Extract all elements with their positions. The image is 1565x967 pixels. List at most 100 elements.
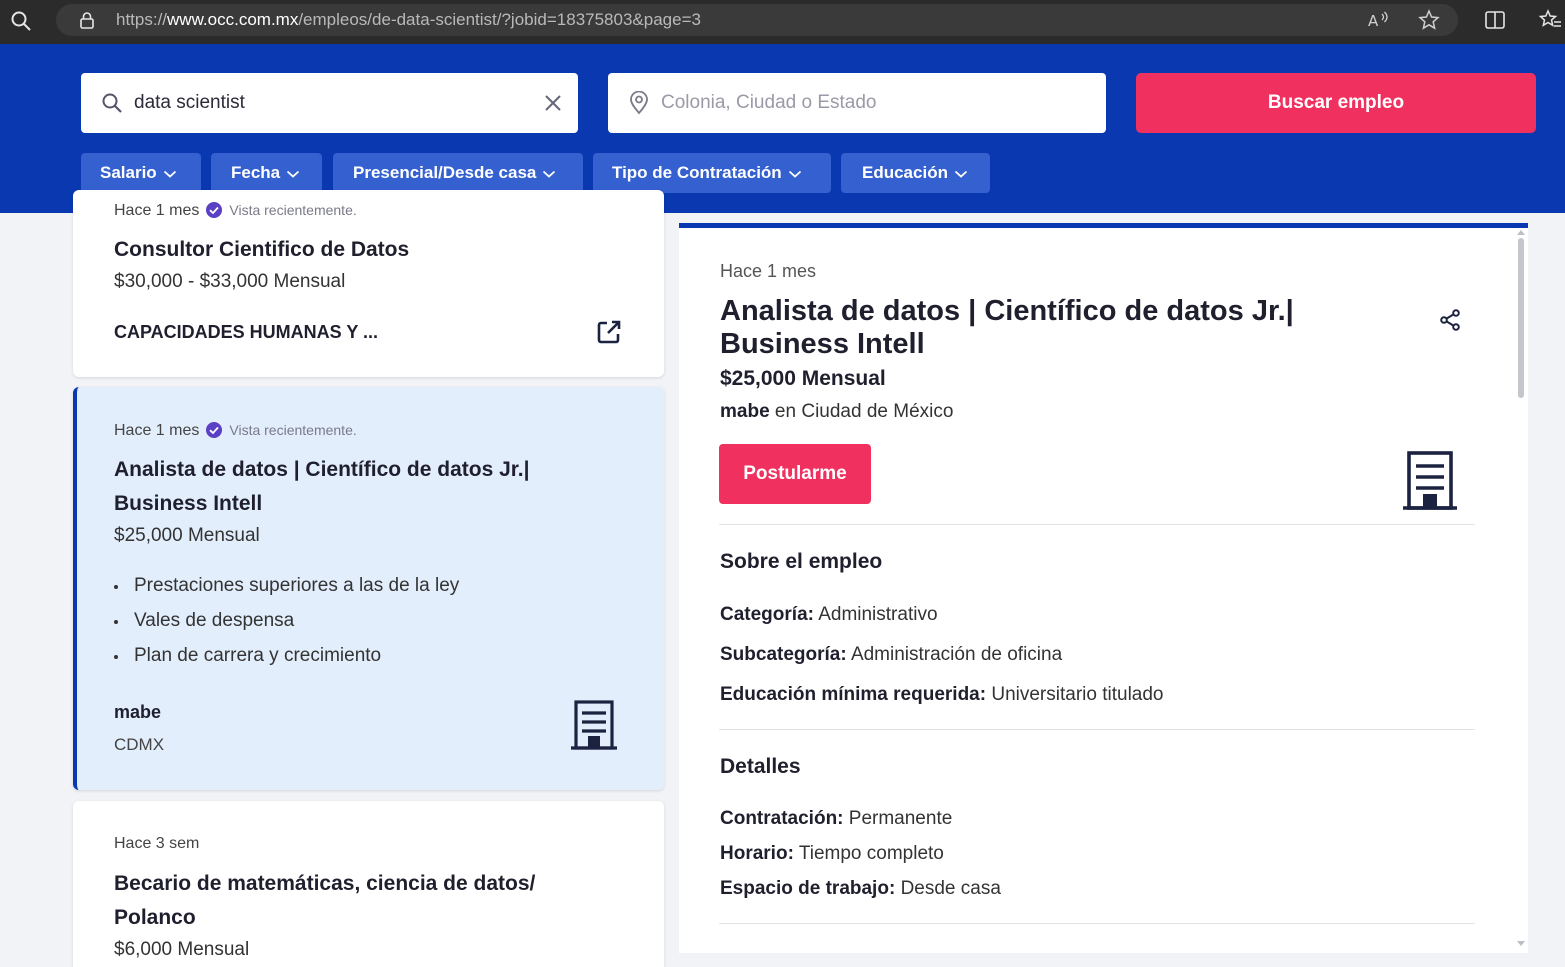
detail-categoria: Categoría: Administrativo: [720, 604, 938, 626]
about-heading: Sobre el empleo: [720, 550, 883, 573]
detail-contratacion: Contratación: Permanente: [720, 808, 952, 830]
job-card[interactable]: Hace 1 mes Vista recientemente. Consultor…: [73, 190, 664, 377]
benefits-list: Prestaciones superiores a las de la ley …: [114, 568, 459, 673]
divider: [719, 923, 1475, 924]
browser-toolbar: https://www.occ.com.mx/empleos/de-data-s…: [0, 0, 1565, 44]
job-detail-title: Analista de datos | Científico de datos …: [720, 295, 1380, 361]
job-location: CDMX: [114, 735, 165, 754]
clear-search-icon[interactable]: [542, 92, 564, 114]
location-prefix: en: [774, 401, 797, 422]
filter-fecha[interactable]: Fecha: [211, 153, 322, 193]
detail-educacion: Educación mínima requerida: Universitari…: [720, 684, 1164, 706]
job-meta: Hace 1 mes Vista recientemente.: [114, 421, 357, 440]
keyword-search-field[interactable]: data scientist: [81, 73, 578, 133]
chevron-down-icon: [954, 170, 968, 178]
field-value: Permanente: [848, 808, 953, 829]
job-title-line: Analista de datos | Científico de datos …: [114, 458, 530, 481]
field-label: Contratación:: [720, 808, 844, 829]
filter-educacion[interactable]: Educación: [841, 153, 990, 193]
filter-label: Presencial/Desde casa: [353, 163, 537, 182]
filter-label: Salario: [100, 163, 157, 182]
posted-date: Hace 1 mes: [720, 261, 817, 281]
job-salary: $25,000 Mensual: [114, 525, 260, 546]
benefit-item: Prestaciones superiores a las de la ley: [114, 568, 459, 603]
detail-espacio: Espacio de trabajo: Desde casa: [720, 878, 1001, 900]
building-icon: [1403, 451, 1457, 510]
filter-salario[interactable]: Salario: [81, 153, 201, 193]
job-salary: $6,000 Mensual: [114, 939, 250, 960]
field-value: Administración de oficina: [850, 644, 1063, 665]
field-label: Horario:: [720, 843, 794, 864]
chevron-down-icon: [163, 170, 176, 178]
job-detail-salary: $25,000 Mensual: [720, 367, 886, 390]
job-title-line: Becario de matemáticas, ciencia de datos…: [114, 872, 536, 895]
field-label: Subcategoría:: [720, 644, 847, 665]
chevron-down-icon: [543, 170, 556, 178]
job-title-line: Business Intell: [114, 492, 263, 515]
location-search-field[interactable]: [608, 73, 1106, 133]
job-title[interactable]: Becario de matemáticas, ciencia de datos…: [114, 867, 535, 935]
building-icon: [571, 700, 617, 750]
viewed-label: Vista recientemente.: [229, 202, 357, 218]
location-pin-icon: [630, 91, 648, 115]
verified-check-icon: [206, 202, 223, 218]
details-heading: Detalles: [720, 755, 801, 778]
url-text[interactable]: https://www.occ.com.mx/empleos/de-data-s…: [116, 10, 701, 30]
field-label: Categoría:: [720, 604, 814, 625]
company-name[interactable]: mabe: [720, 401, 770, 422]
favorite-star-icon[interactable]: [1418, 9, 1440, 31]
viewed-label: Vista recientemente.: [229, 422, 357, 438]
share-icon[interactable]: [1438, 308, 1462, 332]
scroll-up-icon[interactable]: [1517, 228, 1525, 236]
field-value: Administrativo: [818, 604, 938, 625]
address-bar[interactable]: https://www.occ.com.mx/empleos/de-data-s…: [56, 4, 1458, 36]
filter-modalidad[interactable]: Presencial/Desde casa: [333, 153, 583, 193]
read-aloud-icon[interactable]: A: [1368, 10, 1390, 30]
field-label: Espacio de trabajo:: [720, 878, 896, 899]
field-value: Universitario titulado: [991, 684, 1164, 705]
posted-date: Hace 1 mes: [114, 422, 200, 439]
field-value: Desde casa: [900, 878, 1001, 899]
scroll-down-icon[interactable]: [1517, 940, 1525, 948]
scrollbar-thumb[interactable]: [1518, 238, 1524, 398]
chevron-down-icon: [287, 170, 300, 178]
favorites-icon[interactable]: [1538, 8, 1562, 32]
svg-text:A: A: [1368, 12, 1379, 30]
lock-icon[interactable]: [78, 11, 96, 29]
job-title-line: Business Intell: [720, 328, 925, 360]
external-link-icon[interactable]: [595, 318, 623, 346]
chevron-down-icon: [788, 170, 801, 178]
job-title[interactable]: Analista de datos | Científico de datos …: [114, 453, 530, 521]
apply-button[interactable]: Postularme: [719, 444, 871, 504]
posted-date: Hace 3 sem: [114, 835, 200, 852]
job-title-line: Analista de datos | Científico de datos …: [720, 295, 1294, 327]
filter-tipo-contratacion[interactable]: Tipo de Contratación: [593, 153, 831, 193]
company-name: CAPACIDADES HUMANAS Y ...: [114, 322, 379, 342]
job-title[interactable]: Consultor Cientifico de Datos: [114, 233, 409, 267]
job-card-selected[interactable]: Hace 1 mes Vista recientemente. Analista …: [73, 387, 664, 790]
keyword-search-value[interactable]: data scientist: [134, 92, 245, 114]
search-icon: [102, 93, 122, 113]
job-detail-company: mabe en Ciudad de México: [720, 401, 953, 423]
filter-label: Tipo de Contratación: [612, 163, 782, 182]
job-location: Ciudad de México: [801, 401, 954, 422]
search-jobs-button[interactable]: Buscar empleo: [1136, 73, 1536, 133]
filter-label: Fecha: [231, 163, 281, 182]
benefit-item: Vales de despensa: [114, 603, 459, 638]
company-name: mabe: [114, 702, 162, 722]
filter-label: Educación: [862, 163, 948, 182]
job-card[interactable]: Hace 3 sem Becario de matemáticas, cienc…: [73, 801, 664, 967]
job-salary: $30,000 - $33,000 Mensual: [114, 271, 346, 292]
detail-subcategoria: Subcategoría: Administración de oficina: [720, 644, 1062, 666]
split-screen-icon[interactable]: [1484, 9, 1506, 31]
job-meta: Hace 1 mes Vista recientemente.: [114, 201, 357, 220]
location-input[interactable]: [661, 87, 1081, 119]
verified-check-icon: [206, 422, 223, 438]
field-value: Tiempo completo: [798, 843, 944, 864]
job-detail-panel: Hace 1 mes Analista de datos | Científic…: [679, 223, 1528, 953]
posted-date: Hace 1 mes: [114, 202, 200, 219]
divider: [719, 524, 1475, 525]
search-header: data scientist Buscar empleo Salario Fec…: [0, 44, 1565, 213]
job-title-line: Polanco: [114, 906, 196, 929]
search-icon[interactable]: [10, 10, 32, 32]
